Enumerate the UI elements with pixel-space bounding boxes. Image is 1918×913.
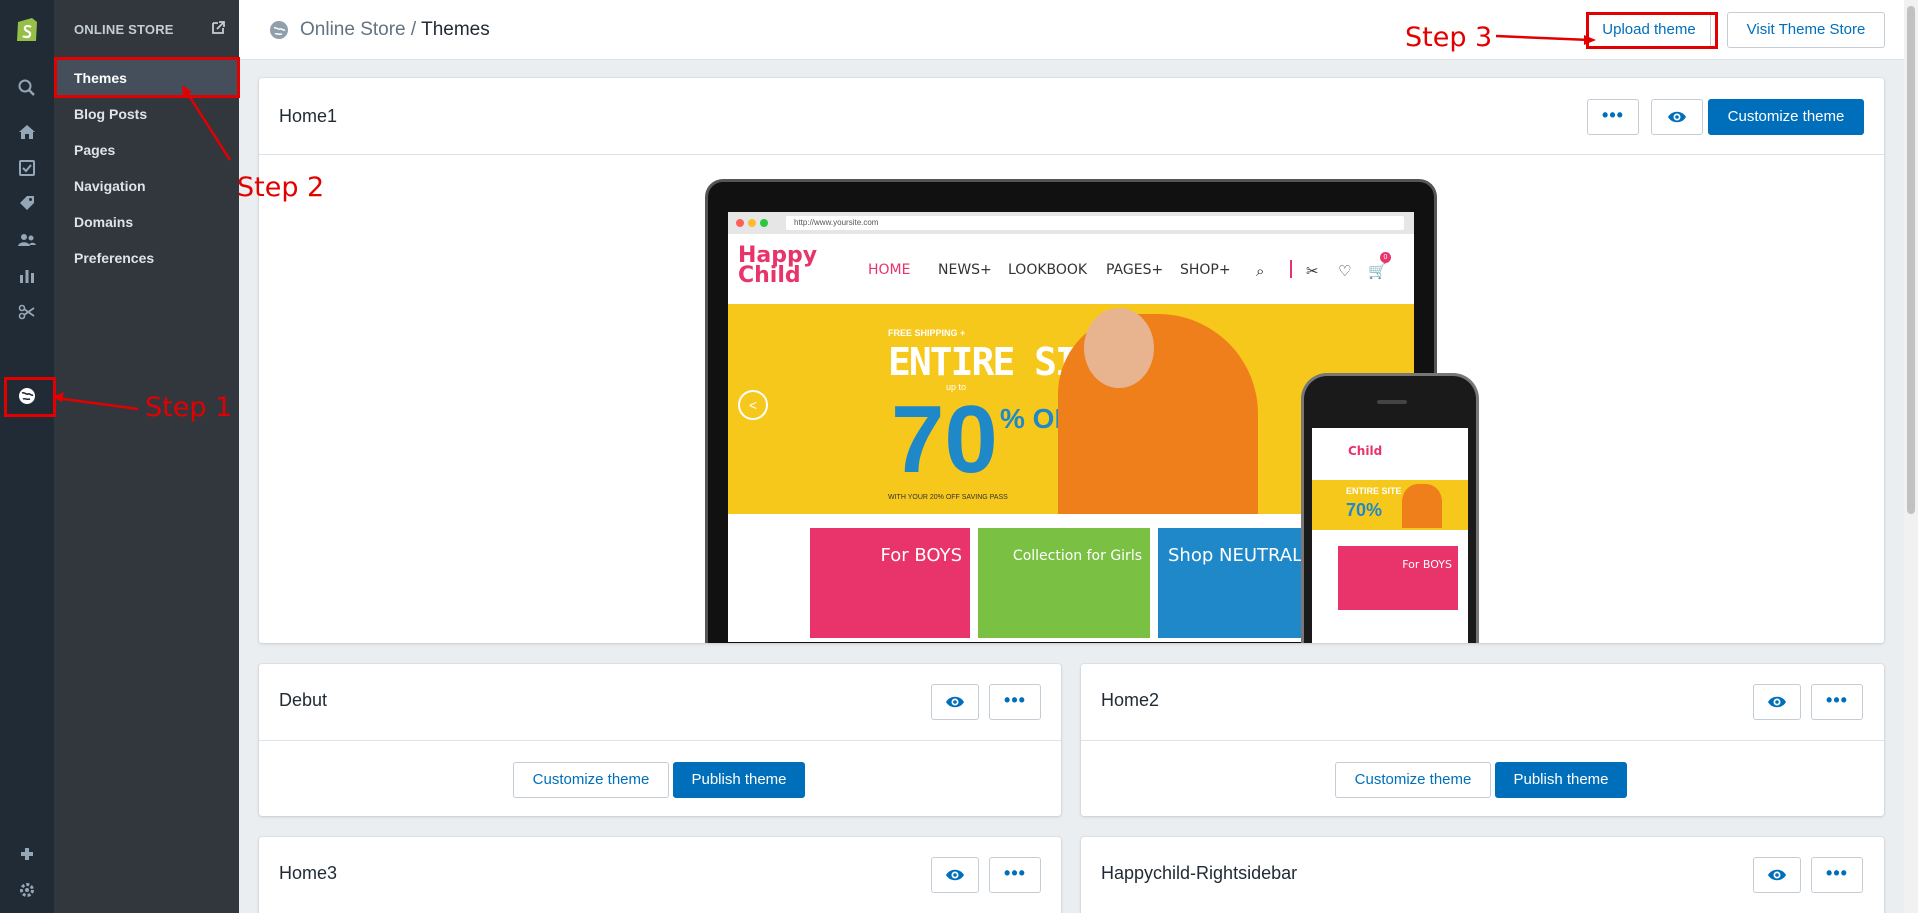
customers-icon[interactable] bbox=[15, 228, 39, 252]
sidebar-item-blog-posts[interactable]: Blog Posts bbox=[54, 96, 239, 132]
mockup-prev-arrow: < bbox=[738, 390, 768, 420]
eye-icon bbox=[1668, 111, 1686, 123]
theme-card-debut: Debut ••• Customize theme Publish theme bbox=[259, 664, 1061, 816]
more-icon: ••• bbox=[1826, 690, 1848, 710]
step3-label: Step 3 bbox=[1405, 22, 1493, 53]
eye-icon bbox=[946, 696, 964, 708]
customize-theme-button[interactable]: Customize theme bbox=[1335, 762, 1491, 798]
theme-actions-button[interactable]: ••• bbox=[1811, 684, 1863, 720]
eye-icon bbox=[946, 869, 964, 881]
breadcrumb: Online Store / Themes bbox=[300, 19, 490, 41]
external-link-icon[interactable] bbox=[210, 20, 226, 36]
current-theme-card: Home1 ••• Customize theme http://www.you… bbox=[259, 78, 1884, 643]
mockup-tile-girls: Collection for Girls bbox=[978, 528, 1150, 638]
customize-theme-button[interactable]: Customize theme bbox=[513, 762, 669, 798]
shopify-logo-icon[interactable] bbox=[12, 14, 42, 44]
mockup-banner-line1: FREE SHIPPING + bbox=[888, 328, 966, 338]
phone-mockup: Child ENTIRE SITE 70% For BOYS bbox=[1301, 373, 1479, 643]
sidebar-heading: ONLINE STORE bbox=[74, 22, 174, 37]
eye-icon bbox=[1768, 869, 1786, 881]
theme-card-happychild-rightsidebar: Happychild-Rightsidebar ••• bbox=[1081, 837, 1884, 913]
products-icon[interactable] bbox=[15, 192, 39, 216]
customize-theme-button[interactable]: Customize theme bbox=[1708, 99, 1864, 135]
sidebar-item-pages[interactable]: Pages bbox=[54, 132, 239, 168]
mockup-banner-percent: 70 bbox=[891, 386, 998, 493]
visit-theme-store-button[interactable]: Visit Theme Store bbox=[1727, 12, 1885, 48]
online-store-sidebar: ONLINE STORE Themes Blog Posts Pages Nav… bbox=[54, 0, 239, 913]
phone-banner-percent: 70% bbox=[1346, 500, 1383, 520]
mockup-heart-icon: ♡ bbox=[1338, 262, 1352, 280]
phone-tile-boys: For BOYS bbox=[1402, 558, 1452, 571]
mockup-nav-pages: PAGES+ bbox=[1106, 262, 1164, 278]
more-icon: ••• bbox=[1004, 863, 1026, 883]
app-nav-rail bbox=[0, 0, 54, 913]
theme-name: Home1 bbox=[279, 106, 338, 126]
page-title: Themes bbox=[421, 19, 490, 40]
mockup-nav-news: NEWS+ bbox=[938, 262, 992, 278]
theme-actions-button[interactable]: ••• bbox=[989, 684, 1041, 720]
breadcrumb-online-store[interactable]: Online Store / bbox=[300, 19, 416, 40]
sidebar-item-navigation[interactable]: Navigation bbox=[54, 168, 239, 204]
orders-icon[interactable] bbox=[15, 156, 39, 180]
page-scrollbar[interactable] bbox=[1904, 0, 1918, 913]
theme-preview-image: http://www.yoursite.com Happy Child HOME … bbox=[259, 155, 1884, 643]
theme-name: Happychild-Rightsidebar bbox=[1101, 863, 1298, 883]
step2-highlight bbox=[54, 57, 240, 98]
step1-label: Step 1 bbox=[145, 392, 233, 423]
search-icon[interactable] bbox=[15, 76, 39, 100]
more-icon: ••• bbox=[1004, 690, 1026, 710]
theme-name: Home3 bbox=[279, 863, 338, 883]
mockup-nav-home: HOME bbox=[868, 262, 911, 278]
mockup-cart-badge: 0 bbox=[1380, 252, 1391, 263]
apps-icon[interactable] bbox=[15, 842, 39, 866]
mockup-nav-lookbook: LOOKBOOK bbox=[1008, 262, 1088, 278]
publish-theme-button[interactable]: Publish theme bbox=[1495, 762, 1627, 798]
publish-theme-button[interactable]: Publish theme bbox=[673, 762, 805, 798]
preview-button[interactable] bbox=[931, 684, 979, 720]
theme-actions-button[interactable]: ••• bbox=[989, 857, 1041, 893]
step1-highlight bbox=[4, 377, 56, 417]
sidebar-item-preferences[interactable]: Preferences bbox=[54, 240, 239, 276]
preview-button[interactable] bbox=[931, 857, 979, 893]
theme-card-home3: Home3 ••• bbox=[259, 837, 1061, 913]
discounts-icon[interactable] bbox=[15, 300, 39, 324]
phone-banner-text: ENTIRE SITE bbox=[1346, 486, 1402, 496]
mockup-nav-shop: SHOP+ bbox=[1180, 262, 1231, 278]
preview-button[interactable] bbox=[1753, 857, 1801, 893]
mockup-brand-line2: Child bbox=[738, 263, 801, 288]
theme-card-home2: Home2 ••• Customize theme Publish theme bbox=[1081, 664, 1884, 816]
theme-actions-button[interactable]: ••• bbox=[1811, 857, 1863, 893]
theme-name: Home2 bbox=[1101, 690, 1160, 710]
preview-button[interactable] bbox=[1753, 684, 1801, 720]
more-icon: ••• bbox=[1602, 105, 1624, 125]
preview-button[interactable] bbox=[1651, 99, 1703, 135]
sidebar-item-domains[interactable]: Domains bbox=[54, 204, 239, 240]
online-store-icon bbox=[269, 20, 289, 40]
step3-highlight bbox=[1586, 12, 1718, 49]
mockup-search-icon: ⌕ bbox=[1256, 262, 1265, 280]
settings-icon[interactable] bbox=[15, 878, 39, 902]
home-icon[interactable] bbox=[15, 120, 39, 144]
mockup-banner-small: WITH YOUR 20% OFF SAVING PASS bbox=[888, 494, 1008, 501]
mockup-cart-icon: 🛒 bbox=[1368, 262, 1387, 280]
eye-icon bbox=[1768, 696, 1786, 708]
mockup-url: http://www.yoursite.com bbox=[786, 216, 1404, 230]
step2-label: Step 2 bbox=[237, 172, 325, 203]
mockup-tile-boys: For BOYS bbox=[810, 528, 970, 638]
analytics-icon[interactable] bbox=[15, 264, 39, 288]
more-icon: ••• bbox=[1826, 863, 1848, 883]
mockup-tools-icon: ✂ bbox=[1306, 262, 1319, 280]
phone-brand: Child bbox=[1348, 444, 1383, 458]
theme-name: Debut bbox=[279, 690, 328, 710]
theme-actions-button[interactable]: ••• bbox=[1587, 99, 1639, 135]
scrollbar-thumb[interactable] bbox=[1907, 6, 1915, 514]
